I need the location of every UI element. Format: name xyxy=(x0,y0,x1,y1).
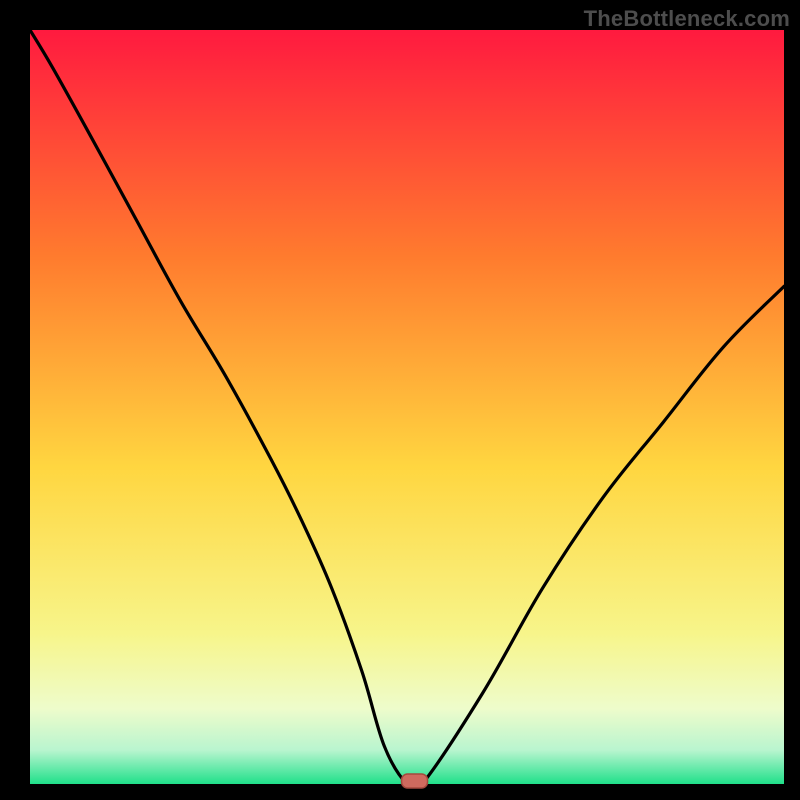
chart-container: TheBottleneck.com xyxy=(0,0,800,800)
watermark-label: TheBottleneck.com xyxy=(584,6,790,32)
bottleneck-chart xyxy=(0,0,800,800)
plot-area xyxy=(30,30,784,784)
minimum-marker xyxy=(402,774,428,788)
